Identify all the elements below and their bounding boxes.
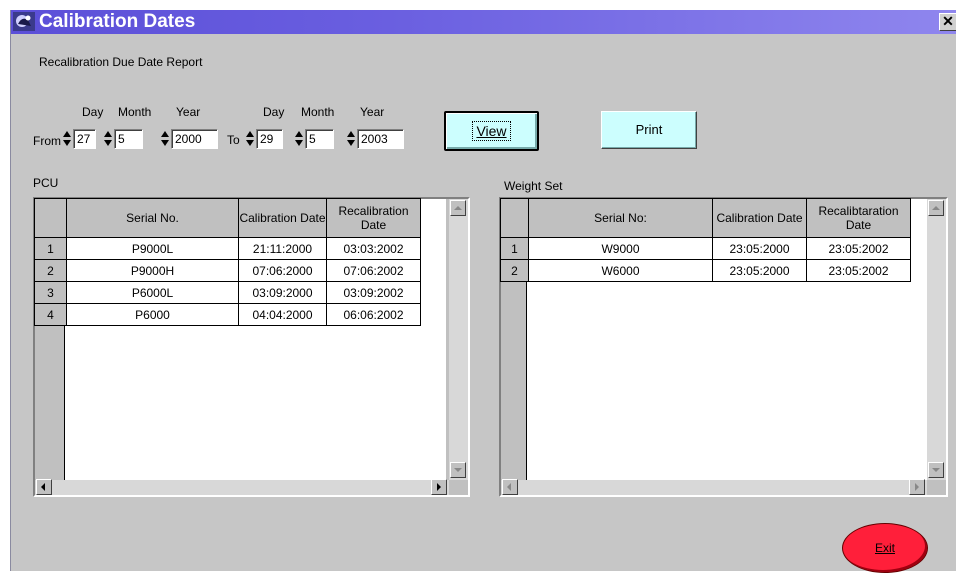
app-icon [13, 12, 35, 31]
row-number[interactable]: 4 [34, 303, 67, 326]
scroll-up-icon[interactable] [928, 200, 944, 216]
calibration-date-cell[interactable]: 23:05:2000 [712, 259, 807, 282]
from-day-value[interactable]: 27 [73, 129, 96, 149]
recalibration-date-cell[interactable]: 06:06:2002 [326, 303, 421, 326]
row-number[interactable]: 3 [34, 281, 67, 304]
from-year-value[interactable]: 2000 [171, 129, 218, 149]
from-year-spinner[interactable]: 2000 [161, 129, 219, 149]
table-row[interactable]: 2 P9000H 07:06:2000 07:06:2002 [34, 259, 421, 282]
from-year-header: Year [176, 105, 201, 119]
weight-set-grid[interactable]: Serial No: Calibration Date Recalibtarat… [499, 197, 948, 497]
spin-arrows-icon[interactable] [347, 131, 356, 147]
pcu-grid[interactable]: Serial No. Calibration Date Recalibratio… [33, 197, 470, 497]
table-row[interactable]: 2 W6000 23:05:2000 23:05:2002 [500, 259, 911, 282]
recalibration-date-cell[interactable]: 23:05:2002 [806, 259, 911, 282]
spin-arrows-icon[interactable] [246, 131, 255, 147]
to-day-value[interactable]: 29 [256, 129, 283, 149]
table-row[interactable]: 1 P9000L 21:11:2000 03:03:2002 [34, 237, 421, 260]
view-button-label[interactable]: View [472, 121, 511, 141]
to-month-header: Month [301, 105, 335, 119]
pcu-col-serial[interactable]: Serial No. [66, 198, 239, 238]
print-button[interactable]: Print [601, 111, 697, 149]
weight-col-calibration-date[interactable]: Calibration Date [712, 198, 807, 238]
table-row[interactable]: 4 P6000 04:04:2000 06:06:2002 [34, 303, 421, 326]
calibration-date-cell[interactable]: 04:04:2000 [238, 303, 327, 326]
recalibration-date-cell[interactable]: 07:06:2002 [326, 259, 421, 282]
serial-cell[interactable]: P9000L [66, 237, 239, 260]
spin-arrows-icon[interactable] [295, 131, 304, 147]
recalibration-date-cell[interactable]: 23:05:2002 [806, 237, 911, 260]
pcu-table: Serial No. Calibration Date Recalibratio… [34, 198, 421, 326]
to-month-value[interactable]: 5 [305, 129, 334, 149]
scroll-down-icon[interactable] [928, 462, 944, 478]
serial-cell[interactable]: W9000 [528, 237, 713, 260]
pcu-vertical-scrollbar[interactable] [449, 199, 468, 480]
calibration-date-cell[interactable]: 07:06:2000 [238, 259, 327, 282]
pcu-label: PCU [33, 176, 59, 190]
from-day-header: Day [82, 105, 104, 119]
serial-cell[interactable]: P9000H [66, 259, 239, 282]
row-number[interactable]: 2 [34, 259, 67, 282]
exit-button-label[interactable]: Exit [875, 541, 895, 555]
scroll-right-icon[interactable] [431, 479, 447, 495]
spin-arrows-icon[interactable] [63, 131, 72, 147]
calibration-date-cell[interactable]: 03:09:2000 [238, 281, 327, 304]
title-bar: Calibration Dates ✕ [11, 10, 956, 34]
serial-cell[interactable]: W6000 [528, 259, 713, 282]
weight-horizontal-scrollbar[interactable] [501, 479, 927, 495]
calibration-date-cell[interactable]: 21:11:2000 [238, 237, 327, 260]
scroll-left-icon[interactable] [502, 479, 518, 495]
weight-header-row: Serial No: Calibration Date Recalibtarat… [500, 198, 911, 238]
row-number[interactable]: 1 [500, 237, 529, 260]
recalibration-date-cell[interactable]: 03:03:2002 [326, 237, 421, 260]
from-day-spinner[interactable]: 27 [63, 129, 96, 149]
close-button[interactable]: ✕ [939, 13, 956, 31]
print-button-label[interactable]: Print [636, 122, 663, 137]
serial-cell[interactable]: P6000L [66, 281, 239, 304]
to-day-header: Day [263, 105, 285, 119]
scroll-down-icon[interactable] [450, 462, 466, 478]
calibration-dates-window: Calibration Dates ✕ Recalibration Due Da… [10, 10, 956, 573]
scroll-right-icon[interactable] [909, 479, 925, 495]
report-subtitle: Recalibration Due Date Report [39, 55, 203, 69]
close-icon[interactable]: ✕ [942, 13, 954, 29]
table-row[interactable]: 3 P6000L 03:09:2000 03:09:2002 [34, 281, 421, 304]
from-month-value[interactable]: 5 [114, 129, 143, 149]
scroll-left-icon[interactable] [36, 479, 52, 495]
table-row[interactable]: 1 W9000 23:05:2000 23:05:2002 [500, 237, 911, 260]
weight-col-recalibration-date[interactable]: Recalibtaration Date [806, 198, 911, 238]
row-number[interactable]: 2 [500, 259, 529, 282]
pcu-col-calibration-date[interactable]: Calibration Date [238, 198, 327, 238]
from-month-spinner[interactable]: 5 [104, 129, 144, 149]
calibration-date-cell[interactable]: 23:05:2000 [712, 237, 807, 260]
from-month-header: Month [118, 105, 152, 119]
spin-arrows-icon[interactable] [104, 131, 113, 147]
scroll-up-icon[interactable] [450, 200, 466, 216]
serial-cell[interactable]: P6000 [66, 303, 239, 326]
row-number[interactable]: 1 [34, 237, 67, 260]
weight-vertical-scrollbar[interactable] [927, 199, 946, 480]
to-year-header: Year [360, 105, 385, 119]
pcu-horizontal-scrollbar[interactable] [35, 479, 449, 495]
weight-set-label: Weight Set [504, 179, 563, 193]
pcu-col-recalibration-date[interactable]: Recalibration Date [326, 198, 421, 238]
from-label: From [33, 134, 61, 148]
pcu-header-row: Serial No. Calibration Date Recalibratio… [34, 198, 421, 238]
view-button[interactable]: View [444, 111, 539, 151]
exit-button[interactable]: Exit [842, 523, 928, 573]
weight-corner-cell [500, 198, 529, 238]
weight-col-serial[interactable]: Serial No: [528, 198, 713, 238]
to-year-value[interactable]: 2003 [357, 129, 404, 149]
to-month-spinner[interactable]: 5 [295, 129, 335, 149]
weight-table: Serial No: Calibration Date Recalibtarat… [500, 198, 911, 282]
pcu-corner-cell [34, 198, 67, 238]
recalibration-date-cell[interactable]: 03:09:2002 [326, 281, 421, 304]
spin-arrows-icon[interactable] [161, 131, 170, 147]
to-year-spinner[interactable]: 2003 [347, 129, 405, 149]
to-label: To [227, 133, 240, 147]
to-day-spinner[interactable]: 29 [246, 129, 284, 149]
window-title: Calibration Dates [39, 11, 196, 32]
